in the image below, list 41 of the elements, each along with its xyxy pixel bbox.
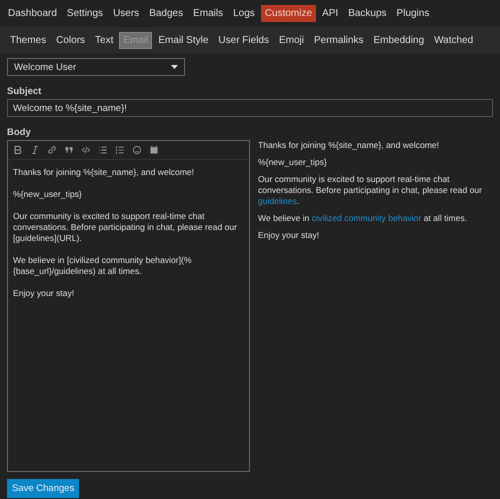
numbered-list-icon[interactable] xyxy=(115,145,125,155)
sub-nav-tab[interactable]: Embedding xyxy=(369,32,428,48)
sub-nav-tab[interactable]: Text xyxy=(91,32,118,48)
calendar-icon[interactable] xyxy=(149,145,159,155)
sub-nav-tab[interactable]: Watched xyxy=(430,32,478,48)
link-icon[interactable] xyxy=(47,145,57,155)
sub-nav-tab[interactable]: Permalinks xyxy=(310,32,368,48)
body-label: Body xyxy=(7,127,32,138)
template-dropdown[interactable]: Welcome User xyxy=(7,58,185,76)
bold-icon[interactable] xyxy=(13,145,23,155)
italic-icon[interactable] xyxy=(30,145,40,155)
nav-tab[interactable]: Customize xyxy=(260,5,316,22)
subject-label: Subject xyxy=(7,86,42,97)
sub-nav-tab[interactable]: Themes xyxy=(6,32,50,48)
preview-paragraph: Enjoy your stay! xyxy=(258,230,320,241)
nav-tab[interactable]: Badges xyxy=(145,5,188,22)
code-icon[interactable] xyxy=(81,145,91,155)
preview-paragraph: Our community is excited to support real-time chat conversations. Before participating in chat, please read our guidelines. xyxy=(258,174,484,207)
nav-tab[interactable]: API xyxy=(318,5,342,22)
nav-tab[interactable]: Backups xyxy=(344,5,391,22)
nav-tab[interactable]: Settings xyxy=(62,5,108,22)
sub-nav-tab[interactable]: Colors xyxy=(52,32,90,48)
nav-tab[interactable]: Emails xyxy=(189,5,228,22)
preview-paragraph: %{new_user_tips} xyxy=(258,157,328,168)
nav-tab[interactable]: Plugins xyxy=(392,5,434,22)
sub-nav-tab[interactable]: Email Style xyxy=(154,32,212,48)
body-editor[interactable]: Thanks for joining %{site_name}, and welcome! %{new_user_tips} Our community is excited to support real-time chat conversations. Before participating in chat, please read our [guidelines](URL). We believe in [civilized community behavior](%{base_url}/guidelines) at all times. Enjoy your stay! xyxy=(7,140,250,472)
emoji-icon[interactable] xyxy=(132,145,142,155)
sub-nav-tab[interactable]: User Fields xyxy=(214,32,273,48)
quote-icon[interactable] xyxy=(64,145,74,155)
nav-tab[interactable]: Dashboard xyxy=(4,5,61,22)
bullet-list-icon[interactable] xyxy=(98,145,108,155)
preview-paragraph: Thanks for joining %{site_name}, and welcome! xyxy=(258,140,440,151)
nav-tab[interactable]: Logs xyxy=(229,5,259,22)
preview-paragraph: We believe in civilized community behavior at all times. xyxy=(258,213,468,224)
preview-link[interactable]: guidelines xyxy=(258,196,297,206)
caret-icon xyxy=(171,65,178,69)
nav-tab[interactable]: Users xyxy=(109,5,144,22)
preview-link[interactable]: civilized community behavior xyxy=(312,213,422,223)
subject-field[interactable]: Welcome to %{site_name}! xyxy=(7,99,493,117)
sub-nav-tab[interactable]: Emoji xyxy=(274,32,308,48)
